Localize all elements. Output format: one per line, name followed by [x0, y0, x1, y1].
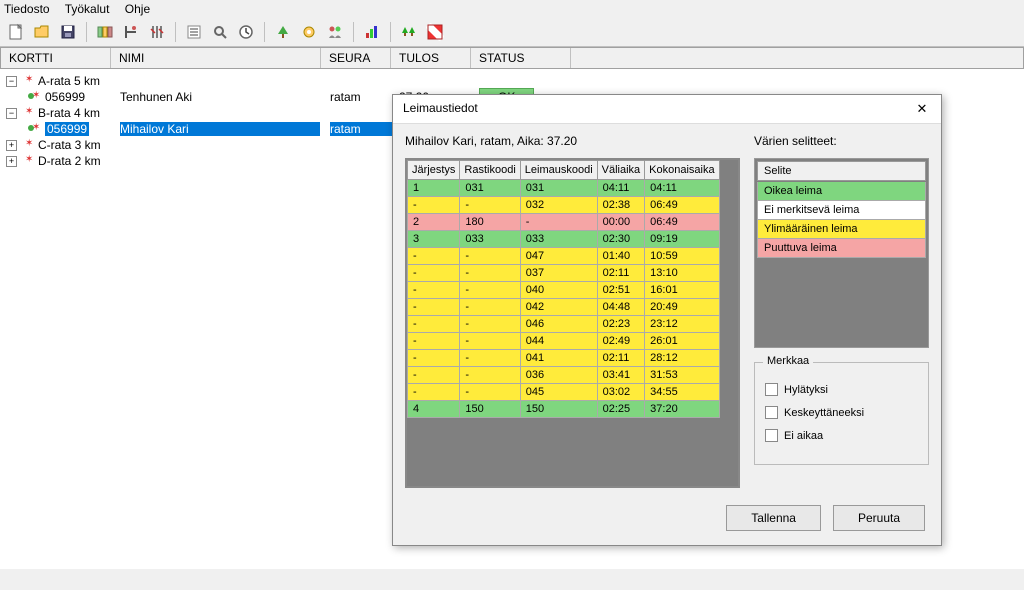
menu-bar: Tiedosto Työkalut Ohje — [0, 0, 1024, 18]
menu-help[interactable]: Ohje — [125, 2, 150, 16]
runner-icon — [28, 91, 42, 103]
dialog-title: Leimaustiedot — [403, 101, 478, 117]
grid-row[interactable]: 2180-00:0006:49 — [408, 214, 720, 231]
merkkaa-title: Merkkaa — [763, 355, 813, 367]
tool2-icon[interactable] — [120, 21, 142, 43]
new-icon[interactable] — [5, 21, 27, 43]
grid-row[interactable]: --04701:4010:59 — [408, 248, 720, 265]
punch-dialog: Leimaustiedot ✕ Mihailov Kari, ratam, Ai… — [392, 94, 942, 546]
checkbox-icon[interactable] — [765, 383, 778, 396]
grid-row[interactable]: 303303302:3009:19 — [408, 231, 720, 248]
course-label: B-rata 4 km — [38, 106, 100, 120]
expand-icon[interactable]: + — [6, 140, 17, 151]
legend-item: Ei merkitsevä leima — [757, 201, 926, 220]
course-label: A-rata 5 km — [38, 74, 100, 88]
grid-row[interactable]: --03603:4131:53 — [408, 367, 720, 384]
legend-item: Puuttuva leima — [757, 239, 926, 258]
chk-eiaikaa[interactable]: Ei aikaa — [765, 429, 918, 442]
toolbar — [0, 18, 1024, 47]
seura-value: ratam — [330, 122, 395, 136]
legend-title: Värien selitteet: — [754, 134, 929, 148]
course-label: C-rata 3 km — [38, 138, 101, 152]
legend-header[interactable]: Selite — [757, 161, 926, 181]
gear-icon[interactable] — [298, 21, 320, 43]
kortti-value: 056999 — [45, 122, 89, 136]
header-status[interactable]: STATUS — [471, 48, 571, 68]
open-icon[interactable] — [31, 21, 53, 43]
checkbox-icon[interactable] — [765, 406, 778, 419]
grid-row[interactable]: --04102:1128:12 — [408, 350, 720, 367]
col-vali[interactable]: Väliaika — [597, 161, 645, 180]
grid-row[interactable]: --03702:1113:10 — [408, 265, 720, 282]
list-icon[interactable] — [183, 21, 205, 43]
header-seura[interactable]: SEURA — [321, 48, 391, 68]
flag-icon[interactable] — [424, 21, 446, 43]
trees-icon[interactable] — [398, 21, 420, 43]
header-tulos[interactable]: TULOS — [391, 48, 471, 68]
grid-row[interactable]: --04602:2323:12 — [408, 316, 720, 333]
course-icon — [21, 75, 35, 87]
chk-hylatyksi[interactable]: Hylätyksi — [765, 383, 918, 396]
grid-row[interactable]: 103103104:1104:11 — [408, 180, 720, 197]
close-icon[interactable]: ✕ — [913, 101, 931, 117]
tool3-icon[interactable] — [146, 21, 168, 43]
menu-tools[interactable]: Työkalut — [65, 2, 110, 16]
tool1-icon[interactable] — [94, 21, 116, 43]
course-icon — [21, 107, 35, 119]
save-button[interactable]: Tallenna — [726, 505, 821, 531]
expand-icon[interactable]: − — [6, 76, 17, 87]
tree-course[interactable]: − A-rata 5 km — [4, 73, 1020, 89]
save-icon[interactable] — [57, 21, 79, 43]
kortti-value: 056999 — [45, 90, 85, 104]
course-icon — [21, 139, 35, 151]
tree-green-icon[interactable] — [272, 21, 294, 43]
expand-icon[interactable]: + — [6, 156, 17, 167]
grid-row[interactable]: --04204:4820:49 — [408, 299, 720, 316]
col-rasti[interactable]: Rastikoodi — [460, 161, 520, 180]
chart-icon[interactable] — [361, 21, 383, 43]
cancel-button[interactable]: Peruuta — [833, 505, 925, 531]
grid-row[interactable]: --04402:4926:01 — [408, 333, 720, 350]
column-headers: KORTTI NIMI SEURA TULOS STATUS — [0, 47, 1024, 69]
expand-icon[interactable]: − — [6, 108, 17, 119]
course-label: D-rata 2 km — [38, 154, 101, 168]
legend-item: Oikea leima — [757, 182, 926, 201]
col-koko[interactable]: Kokonaisaika — [645, 161, 719, 180]
legend-item: Ylimääräinen leima — [757, 220, 926, 239]
punch-grid[interactable]: Järjestys Rastikoodi Leimauskoodi Väliai… — [405, 158, 740, 488]
legend-box: Selite Oikea leimaEi merkitsevä leimaYli… — [754, 158, 929, 348]
name-value: Mihailov Kari — [120, 122, 320, 136]
search-icon[interactable] — [209, 21, 231, 43]
grid-row[interactable]: --04503:0234:55 — [408, 384, 720, 401]
header-nimi[interactable]: NIMI — [111, 48, 321, 68]
grid-row[interactable]: 415015002:2537:20 — [408, 401, 720, 418]
clock-icon[interactable] — [235, 21, 257, 43]
runner-info: Mihailov Kari, ratam, Aika: 37.20 — [405, 134, 740, 148]
col-leimaus[interactable]: Leimauskoodi — [520, 161, 597, 180]
grid-row[interactable]: --03202:3806:49 — [408, 197, 720, 214]
course-icon — [21, 155, 35, 167]
people-icon[interactable] — [324, 21, 346, 43]
header-kortti[interactable]: KORTTI — [1, 48, 111, 68]
grid-row[interactable]: --04002:5116:01 — [408, 282, 720, 299]
runner-icon — [28, 123, 42, 135]
name-value: Tenhunen Aki — [120, 90, 320, 104]
chk-keskeyttaneeksi[interactable]: Keskeyttäneeksi — [765, 406, 918, 419]
checkbox-icon[interactable] — [765, 429, 778, 442]
col-jarj[interactable]: Järjestys — [408, 161, 460, 180]
merkkaa-group: Merkkaa Hylätyksi Keskeyttäneeksi Ei aik… — [754, 362, 929, 465]
menu-file[interactable]: Tiedosto — [4, 2, 50, 16]
seura-value: ratam — [330, 90, 395, 104]
